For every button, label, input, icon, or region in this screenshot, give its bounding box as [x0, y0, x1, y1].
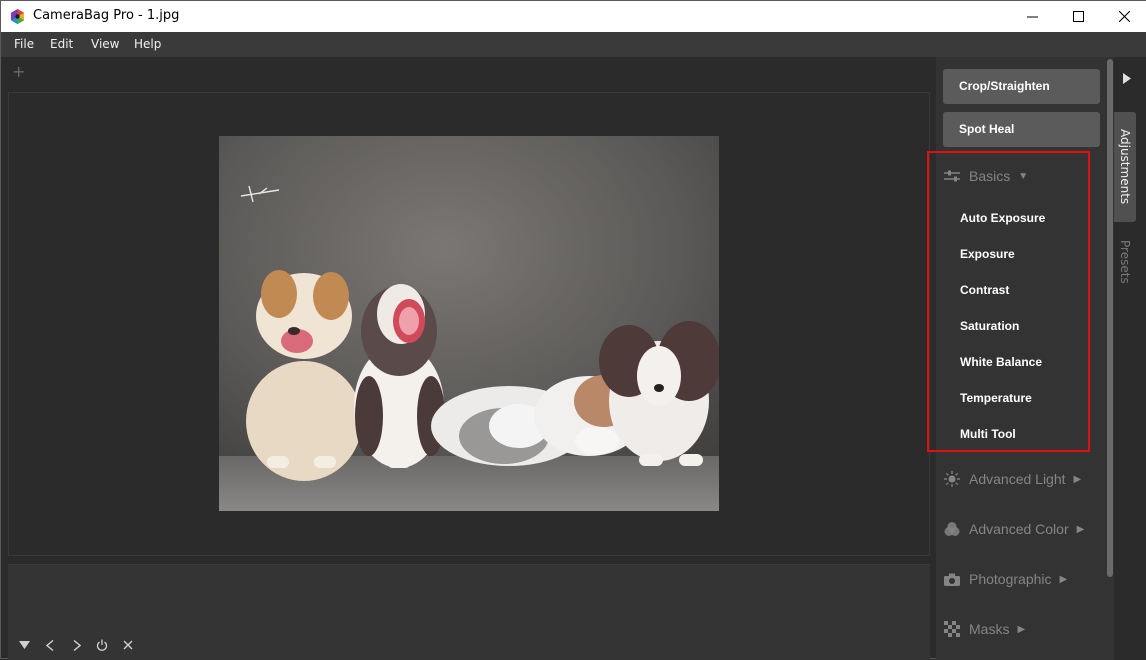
power-icon [96, 639, 108, 651]
photographic-section-header[interactable]: Photographic ▶ [943, 566, 1067, 592]
panel-scrollbar-thumb[interactable] [1107, 59, 1113, 577]
sun-icon [943, 470, 961, 488]
advanced-color-section-header[interactable]: Advanced Color ▶ [943, 516, 1084, 542]
menu-view[interactable]: View [91, 37, 119, 51]
close-icon [123, 640, 133, 650]
chevron-right-icon [73, 639, 81, 651]
camera-icon [943, 570, 961, 588]
window-title: CameraBag Pro - 1.jpg [33, 8, 180, 23]
tab-adjustments[interactable]: Adjustments [1114, 112, 1136, 222]
menu-bar: File Edit View Help [1, 32, 1146, 57]
previous-image-button[interactable] [43, 637, 57, 653]
app-window: CameraBag Pro - 1.jpg File Edit View Hel… [0, 0, 1146, 660]
collapse-panel-button[interactable] [1123, 71, 1131, 89]
color-circles-icon [943, 520, 961, 538]
title-bar: CameraBag Pro - 1.jpg [1, 1, 1146, 32]
triangle-right-icon: ▶ [1017, 623, 1026, 635]
menu-file[interactable]: File [14, 37, 34, 51]
advanced-light-section-header[interactable]: Advanced Light ▶ [943, 466, 1081, 492]
photographic-label: Photographic [969, 571, 1052, 587]
masks-section-header[interactable]: Masks ▶ [943, 616, 1025, 642]
tab-adjustments-label: Adjustments [1118, 129, 1132, 205]
close-icon [1118, 11, 1130, 22]
tab-presets-label: Presets [1118, 239, 1132, 284]
menu-edit[interactable]: Edit [50, 37, 73, 51]
maximize-button[interactable] [1055, 1, 1101, 32]
camerabag-logo-icon [11, 9, 24, 24]
advanced-color-label: Advanced Color [969, 521, 1069, 537]
remove-image-button[interactable] [121, 637, 135, 653]
checkerboard-mask-icon [943, 620, 961, 638]
close-button[interactable] [1101, 1, 1146, 32]
tab-presets[interactable]: Presets [1114, 229, 1136, 294]
maximize-icon [1072, 11, 1084, 22]
advanced-light-label: Advanced Light [969, 471, 1066, 487]
filmstrip-toggle-button[interactable] [17, 637, 31, 653]
filmstrip-panel [8, 564, 930, 660]
triangle-right-icon: ▶ [1076, 523, 1085, 535]
chevron-left-icon [46, 639, 54, 651]
puppies-image [219, 136, 719, 511]
masks-label: Masks [969, 621, 1010, 637]
crop-straighten-button[interactable]: Crop/Straighten [943, 69, 1100, 104]
spot-heal-button[interactable]: Spot Heal [943, 112, 1100, 147]
power-toggle-button[interactable] [95, 637, 109, 653]
next-image-button[interactable] [70, 637, 84, 653]
minimize-button[interactable] [1009, 1, 1055, 32]
add-tab-button[interactable]: + [12, 62, 25, 81]
menu-help[interactable]: Help [134, 37, 161, 51]
triangle-right-icon: ▶ [1059, 573, 1068, 585]
minimize-icon [1026, 16, 1038, 18]
triangle-right-icon [1123, 73, 1131, 84]
photo-puppies [219, 136, 719, 511]
triangle-right-icon: ▶ [1073, 473, 1082, 485]
basics-highlight-box [927, 151, 1090, 452]
triangle-down-icon [18, 641, 30, 649]
